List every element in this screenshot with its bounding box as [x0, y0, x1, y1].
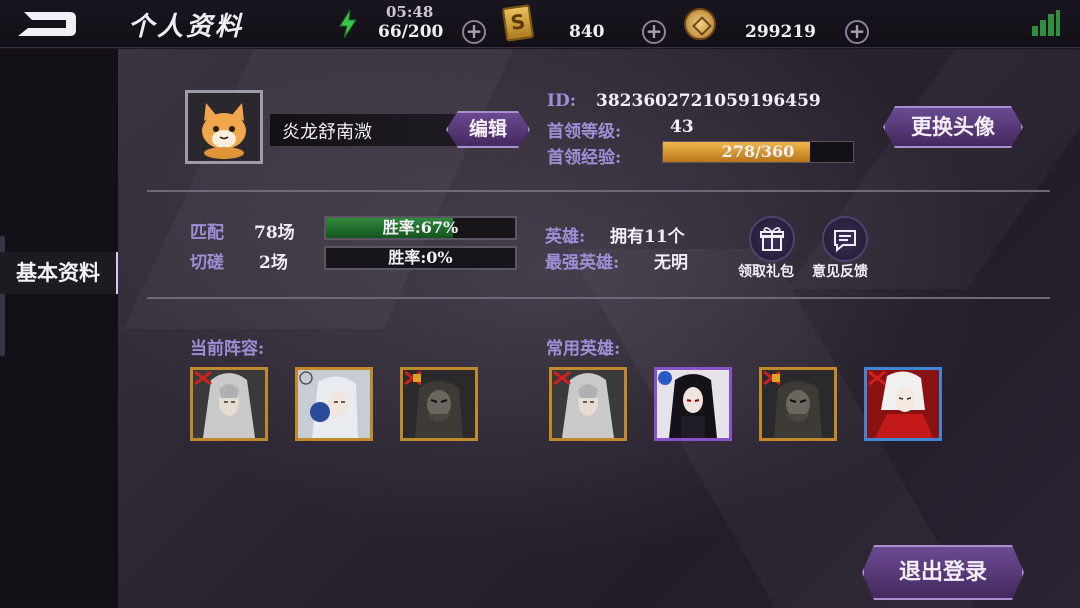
- player-name: 炎龙舒南溦: [282, 122, 372, 143]
- hero-class-tag-icon: [658, 371, 672, 385]
- match-winrate-bar: 胜率:67%: [324, 216, 517, 240]
- current-hero-3[interactable]: [400, 367, 478, 441]
- page-title: 个人资料: [128, 12, 245, 42]
- heroes-label: 英雄:: [545, 227, 586, 247]
- current-hero-1[interactable]: [190, 367, 268, 441]
- signal-strength-icon: [1032, 10, 1060, 36]
- hero-class-tag-icon: [553, 370, 571, 386]
- heroes-owned: 拥有11个: [610, 227, 685, 247]
- player-avatar[interactable]: [185, 90, 263, 164]
- divider-bottom: [147, 297, 1050, 299]
- current-hero-2[interactable]: [295, 367, 373, 441]
- gold-count: 299219: [745, 22, 816, 42]
- energy-bolt-icon: [339, 10, 357, 38]
- sidebar: [0, 49, 118, 608]
- edit-name-button[interactable]: 编辑: [446, 111, 530, 148]
- common-hero-1[interactable]: [549, 367, 627, 441]
- spar-label: 切磋: [190, 253, 224, 273]
- tab-basic-info[interactable]: 基本资料: [0, 252, 118, 294]
- common-hero-2[interactable]: [654, 367, 732, 441]
- player-level: 43: [670, 117, 694, 137]
- common-hero-3[interactable]: [759, 367, 837, 441]
- exp-label: 首领经验:: [547, 148, 622, 168]
- gold-coin-icon: [684, 8, 716, 40]
- common-heroes-label: 常用英雄:: [546, 339, 621, 359]
- current-lineup-label: 当前阵容:: [190, 339, 265, 359]
- card-currency-count: 840: [569, 22, 605, 42]
- hero-class-tag-icon: [299, 371, 313, 385]
- add-energy-button[interactable]: +: [462, 20, 486, 44]
- add-card-currency-button[interactable]: +: [642, 20, 666, 44]
- match-winrate-text: 胜率:67%: [382, 218, 459, 237]
- feedback-icon[interactable]: [822, 216, 868, 262]
- divider-top: [147, 190, 1050, 192]
- add-gold-button[interactable]: +: [845, 20, 869, 44]
- spar-winrate-bar: 胜率:0%: [324, 246, 517, 270]
- strongest-hero-value: 无明: [654, 253, 688, 273]
- exp-progress-text: 278/360: [721, 142, 795, 161]
- gift-icon[interactable]: [749, 216, 795, 262]
- hero-class-tag-icon: [763, 370, 781, 386]
- gift-label[interactable]: 领取礼包: [738, 261, 794, 281]
- logout-button[interactable]: 退出登录: [862, 545, 1024, 600]
- strongest-hero-label: 最强英雄:: [545, 253, 620, 273]
- player-id: 3823602721059196459: [596, 91, 821, 111]
- cat-avatar-icon: [188, 93, 260, 161]
- card-currency-icon: S: [501, 4, 535, 42]
- change-avatar-button[interactable]: 更换头像: [883, 106, 1023, 148]
- back-arrow-icon[interactable]: [14, 8, 80, 40]
- match-count: 78场: [254, 223, 295, 243]
- hero-class-tag-icon: [868, 370, 886, 386]
- exp-progress-bar: 278/360: [662, 141, 854, 163]
- energy-count: 66/200: [378, 22, 444, 42]
- feedback-label[interactable]: 意见反馈: [812, 261, 868, 281]
- common-hero-4[interactable]: [864, 367, 942, 441]
- hero-class-tag-icon: [404, 370, 422, 386]
- id-label: ID:: [547, 91, 576, 111]
- hero-class-tag-icon: [194, 370, 212, 386]
- clock-time: 05:48: [386, 3, 434, 21]
- top-bar: 个人资料 05:48 66/200 + S 840 + 299219 +: [0, 0, 1080, 48]
- spar-count: 2场: [259, 253, 288, 273]
- match-label: 匹配: [190, 223, 224, 243]
- spar-winrate-text: 胜率:0%: [388, 248, 453, 267]
- level-label: 首领等级:: [547, 122, 622, 142]
